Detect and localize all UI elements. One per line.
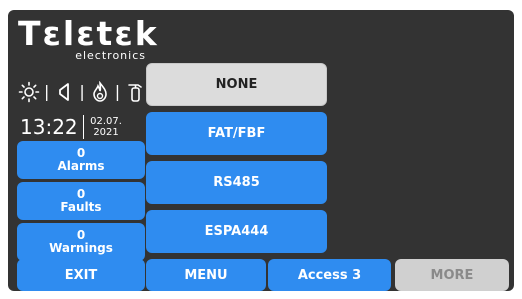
- clock-date-day: 02.07.: [90, 116, 122, 127]
- teletek-logo: Tεlεtεk electronics: [18, 14, 157, 62]
- option-rs485-button[interactable]: RS485: [146, 161, 327, 204]
- menu-button[interactable]: MENU: [146, 259, 266, 291]
- warnings-counter-button[interactable]: 0 Warnings: [17, 223, 145, 261]
- icon-separator: |: [79, 82, 85, 101]
- clock-time: 13:22: [20, 115, 78, 139]
- option-espa444-button[interactable]: ESPA444: [146, 210, 327, 253]
- alarms-counter-button[interactable]: 0 Alarms: [17, 141, 145, 179]
- clock-date-year: 2021: [93, 127, 119, 138]
- flame-icon: [92, 81, 107, 102]
- clock-display: 13:22 02.07. 2021: [20, 112, 150, 142]
- option-none-button[interactable]: NONE: [146, 63, 327, 106]
- clock-separator: [82, 115, 85, 139]
- alarms-label: Alarms: [57, 159, 105, 173]
- exit-button[interactable]: EXIT: [17, 259, 145, 291]
- panel-screen: Tεlεtεk electronics | | | 13:22 02.07. 2…: [8, 10, 514, 291]
- logo-wordmark: Tεlεtεk: [18, 14, 159, 53]
- faults-label: Faults: [60, 200, 102, 214]
- speaker-icon: [59, 83, 70, 101]
- status-icon-row: | | |: [18, 80, 148, 104]
- clock-date: 02.07. 2021: [90, 116, 122, 138]
- warnings-label: Warnings: [49, 241, 113, 255]
- logo-subtitle: electronics: [75, 49, 146, 62]
- icon-separator: |: [114, 82, 121, 101]
- more-button[interactable]: MORE: [395, 259, 509, 291]
- sun-icon: [18, 81, 40, 103]
- faults-counter-button[interactable]: 0 Faults: [17, 182, 145, 220]
- option-fat-fbf-button[interactable]: FAT/FBF: [146, 112, 327, 155]
- icon-separator: |: [44, 82, 50, 101]
- access-level-button[interactable]: Access 3: [268, 259, 391, 291]
- extinguisher-icon: [128, 84, 142, 102]
